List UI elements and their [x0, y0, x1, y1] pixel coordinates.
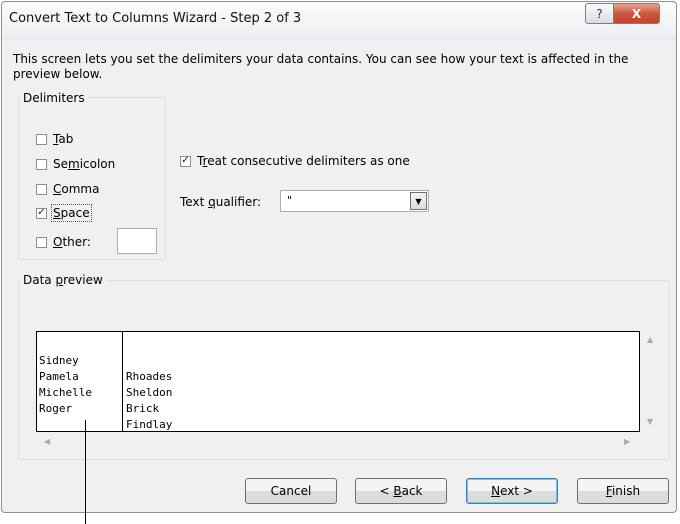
tab-checkbox-row[interactable]: Tab: [36, 132, 73, 146]
wizard-dialog: Convert Text to Columns Wizard - Step 2 …: [1, 1, 677, 513]
semicolon-checkbox-row[interactable]: Semicolon: [36, 157, 115, 171]
next-button[interactable]: Next >: [466, 478, 558, 504]
semicolon-checkbox[interactable]: [36, 158, 47, 170]
horizontal-scrollbar[interactable]: ◀ ▶: [36, 434, 640, 450]
data-preview-legend: Data preview: [20, 273, 106, 287]
help-button[interactable]: ?: [585, 3, 614, 24]
consecutive-checkbox-row[interactable]: ✓ Treat consecutive delimiters as one: [180, 154, 410, 168]
checkmark-icon: ✓: [37, 207, 46, 218]
comma-checkbox[interactable]: [36, 183, 47, 195]
vertical-scrollbar[interactable]: ▲ ▼: [642, 331, 658, 432]
text-qualifier-label: Text qualifier:: [180, 195, 262, 209]
data-preview-grid[interactable]: Sidney Rhoades Pamela Sheldon Michelle B…: [36, 331, 640, 432]
help-icon: ?: [596, 6, 603, 21]
other-checkbox-row[interactable]: Other:: [36, 235, 91, 249]
other-delimiter-input[interactable]: [117, 228, 157, 254]
preview-cell: Sheldon: [126, 386, 173, 399]
space-checkbox[interactable]: ✓: [36, 207, 47, 219]
preview-cell: Findlay: [126, 418, 173, 431]
finish-label: Finish: [605, 484, 641, 498]
preview-cell: Rhoades: [126, 370, 173, 383]
cancel-label: Cancel: [270, 484, 312, 498]
delimiters-legend: Delimiters: [20, 91, 88, 105]
title-bar[interactable]: Convert Text to Columns Wizard - Step 2 …: [2, 2, 676, 39]
comma-label: Comma: [53, 182, 100, 196]
dialog-title: Convert Text to Columns Wizard - Step 2 …: [9, 11, 302, 26]
close-button[interactable]: X: [613, 3, 660, 24]
scroll-left-icon[interactable]: ◀: [44, 437, 50, 446]
description-text: This screen lets you set the delimiters …: [13, 52, 629, 81]
finish-button[interactable]: Finish: [577, 478, 669, 504]
text-qualifier-dropdown[interactable]: " ▼: [280, 190, 429, 212]
semicolon-label: Semicolon: [53, 157, 116, 171]
tab-checkbox[interactable]: [36, 133, 47, 145]
comma-checkbox-row[interactable]: Comma: [36, 182, 99, 196]
back-label: < Back: [379, 484, 423, 498]
table-row: Roger Findlay: [37, 385, 172, 431]
space-label: Space: [51, 204, 92, 222]
back-button[interactable]: < Back: [355, 478, 447, 504]
text-qualifier-value: ": [287, 194, 293, 207]
scroll-up-icon[interactable]: ▲: [647, 335, 653, 344]
chevron-down-icon[interactable]: ▼: [410, 192, 427, 210]
tab-label: Tab: [53, 132, 74, 146]
consecutive-checkbox[interactable]: ✓: [180, 155, 191, 167]
column-break-line[interactable]: [122, 332, 123, 431]
other-label: Other:: [53, 235, 91, 249]
space-checkbox-row[interactable]: ✓ Space: [36, 204, 92, 222]
checkmark-icon: ✓: [181, 155, 190, 166]
column-break-pointer: [85, 420, 86, 524]
scroll-right-icon[interactable]: ▶: [624, 437, 630, 446]
cancel-button[interactable]: Cancel: [245, 478, 337, 504]
close-icon: X: [631, 6, 642, 21]
preview-cell: Roger: [39, 402, 73, 415]
scroll-down-icon[interactable]: ▼: [647, 417, 653, 426]
other-checkbox[interactable]: [36, 236, 47, 248]
consecutive-label: Treat consecutive delimiters as one: [197, 154, 410, 168]
next-label: Next >: [491, 484, 533, 498]
preview-cell: Brick: [126, 402, 160, 415]
